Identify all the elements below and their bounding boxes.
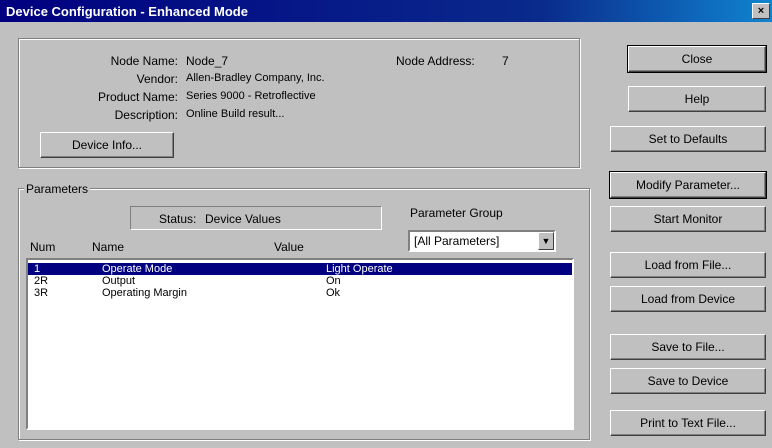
load-from-file-label: Load from File... <box>644 258 732 272</box>
description-label: Description: <box>114 108 178 122</box>
close-button-label: Close <box>681 52 713 66</box>
product-name-value: Series 9000 - Retroflective <box>186 90 316 102</box>
modify-parameter-button[interactable]: Modify Parameter... <box>609 171 767 199</box>
print-to-text-file-button[interactable]: Print to Text File... <box>610 410 766 436</box>
node-address-value: 7 <box>502 54 509 68</box>
help-button[interactable]: Help <box>628 86 766 112</box>
status-label: Status: <box>159 212 197 226</box>
param-num: 2R <box>34 275 49 287</box>
column-header-value[interactable]: Value <box>274 240 304 254</box>
title-bar: Device Configuration - Enhanced Mode × <box>0 0 772 22</box>
status-panel: Status: Device Values <box>130 206 382 230</box>
parameter-group-value: [All Parameters] <box>414 234 500 248</box>
node-name-label: Node Name: <box>110 54 178 68</box>
save-to-file-label: Save to File... <box>651 340 725 354</box>
save-to-file-button[interactable]: Save to File... <box>610 334 766 360</box>
parameters-list[interactable]: 1 Operate Mode Light Operate 2R Output O… <box>26 258 574 430</box>
save-to-device-label: Save to Device <box>647 374 729 388</box>
start-monitor-button[interactable]: Start Monitor <box>610 206 766 232</box>
help-button-label: Help <box>684 92 710 106</box>
vendor-label: Vendor: <box>136 72 178 86</box>
description-value: Online Build result... <box>186 108 285 120</box>
set-to-defaults-button[interactable]: Set to Defaults <box>610 126 766 152</box>
param-name: Output <box>102 275 136 287</box>
param-value: On <box>326 275 341 287</box>
parameter-group-label: Parameter Group <box>410 206 503 220</box>
list-item[interactable]: 2R Output On <box>28 275 572 287</box>
print-to-text-file-label: Print to Text File... <box>640 416 736 430</box>
param-value: Light Operate <box>326 263 393 275</box>
load-from-device-label: Load from Device <box>640 292 736 306</box>
param-value: Ok <box>326 287 341 299</box>
modify-parameter-label: Modify Parameter... <box>635 178 741 192</box>
param-name: Operate Mode <box>102 263 173 275</box>
load-from-file-button[interactable]: Load from File... <box>610 252 766 278</box>
device-info-button[interactable]: Device Info... <box>40 132 174 158</box>
close-icon[interactable]: × <box>752 3 770 19</box>
list-item[interactable]: 1 Operate Mode Light Operate <box>28 263 572 275</box>
device-info-button-label: Device Info... <box>71 138 143 152</box>
column-header-num[interactable]: Num <box>30 240 55 254</box>
param-num: 1 <box>34 263 41 275</box>
load-from-device-button[interactable]: Load from Device <box>610 286 766 312</box>
product-name-label: Product Name: <box>97 90 178 104</box>
column-header-name[interactable]: Name <box>92 240 124 254</box>
status-value: Device Values <box>205 212 281 226</box>
chevron-down-icon[interactable]: ▼ <box>538 232 554 250</box>
parameter-group-select[interactable]: [All Parameters] ▼ <box>408 230 556 252</box>
close-button[interactable]: Close <box>627 45 767 73</box>
save-to-device-button[interactable]: Save to Device <box>610 368 766 394</box>
window-title: Device Configuration - Enhanced Mode <box>6 4 248 19</box>
param-num: 3R <box>34 287 49 299</box>
node-address-label: Node Address: <box>396 54 475 68</box>
list-item[interactable]: 3R Operating Margin Ok <box>28 287 572 299</box>
start-monitor-label: Start Monitor <box>653 212 723 226</box>
vendor-value: Allen-Bradley Company, Inc. <box>186 72 325 84</box>
parameters-group-label: Parameters <box>24 182 91 196</box>
set-to-defaults-label: Set to Defaults <box>648 132 728 146</box>
param-name: Operating Margin <box>102 287 187 299</box>
node-name-value: Node_7 <box>186 54 229 68</box>
